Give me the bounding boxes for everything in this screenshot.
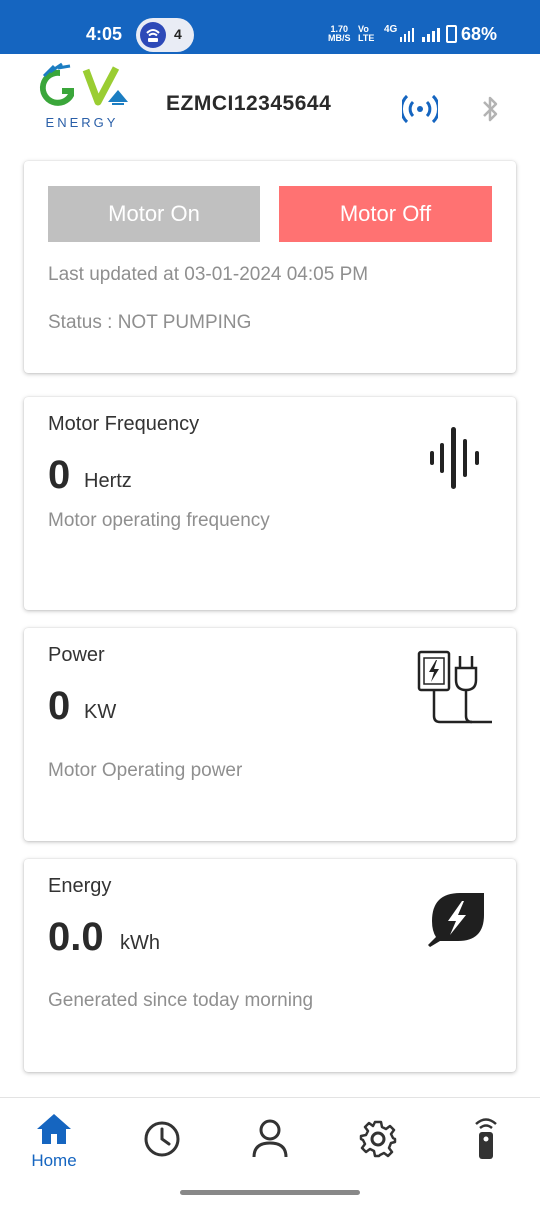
metric-unit: kWh [120,932,160,955]
signal-bars-icon [400,28,414,42]
power-plug-icon [416,650,496,726]
history-clock-icon [143,1120,181,1158]
metric-title: Energy [48,875,111,898]
status-bar: 4:05 4 1.70 MB/S Vo LTE 4G 68% [0,0,540,54]
frequency-icon [428,427,484,489]
remote-icon [472,1116,500,1160]
bluetooth-icon[interactable] [480,92,500,126]
battery-icon [446,25,457,43]
metric-card-energy: Energy 0.0 kWh Generated since today mor… [24,859,516,1072]
metric-value: 0.0 [48,915,104,960]
hotspot-icon [140,22,166,48]
bottom-navigation: Home [0,1097,540,1183]
metric-description: Motor operating frequency [48,510,270,532]
logo-text: ENERGY [46,115,119,130]
speed-unit: MB/S [328,34,351,43]
metric-card-frequency: Motor Frequency 0 Hertz Motor operating … [24,397,516,610]
metric-value: 0 [48,453,70,498]
metric-unit: Hertz [84,470,132,493]
nav-profile[interactable] [216,1098,324,1184]
home-icon [35,1112,73,1146]
home-gesture-bar[interactable] [180,1190,360,1195]
metric-description: Generated since today morning [48,990,313,1012]
signal-bars-icon [422,28,440,42]
nav-remote[interactable] [432,1098,540,1184]
gv-energy-logo: ENERGY [36,62,128,132]
metric-title: Motor Frequency [48,413,199,436]
metric-description: Motor Operating power [48,760,242,782]
network-type: 4G [384,24,397,35]
volte-indicator: Vo LTE [358,25,374,43]
notification-count: 4 [174,26,182,42]
notification-pill[interactable]: 4 [136,18,194,52]
wifi-signal-icon[interactable] [402,92,438,126]
motor-off-button[interactable]: Motor Off [279,186,492,242]
network-speed: 1.70 MB/S [328,25,351,43]
motor-status: Status : NOT PUMPING [48,312,251,334]
battery-percent: 68% [461,24,497,45]
motor-control-card: Motor On Motor Off Last updated at 03-01… [24,161,516,373]
device-id: EZMCI12345644 [166,92,331,116]
metric-value: 0 [48,684,70,729]
nav-home[interactable]: Home [0,1098,108,1184]
metric-card-power: Power 0 KW Motor Operating power [24,628,516,841]
motor-on-button[interactable]: Motor On [48,186,260,242]
settings-gear-icon [359,1120,397,1158]
status-time: 4:05 [86,24,122,45]
app-header: ENERGY EZMCI12345644 [0,54,540,154]
metric-title: Power [48,644,105,667]
last-updated: Last updated at 03-01-2024 04:05 PM [48,264,368,286]
metric-unit: KW [84,701,116,724]
profile-icon [251,1119,289,1159]
nav-history[interactable] [108,1098,216,1184]
nav-label: Home [0,1151,108,1171]
energy-leaf-icon [426,891,486,949]
volte-bottom: LTE [358,34,374,43]
nav-settings[interactable] [324,1098,432,1184]
